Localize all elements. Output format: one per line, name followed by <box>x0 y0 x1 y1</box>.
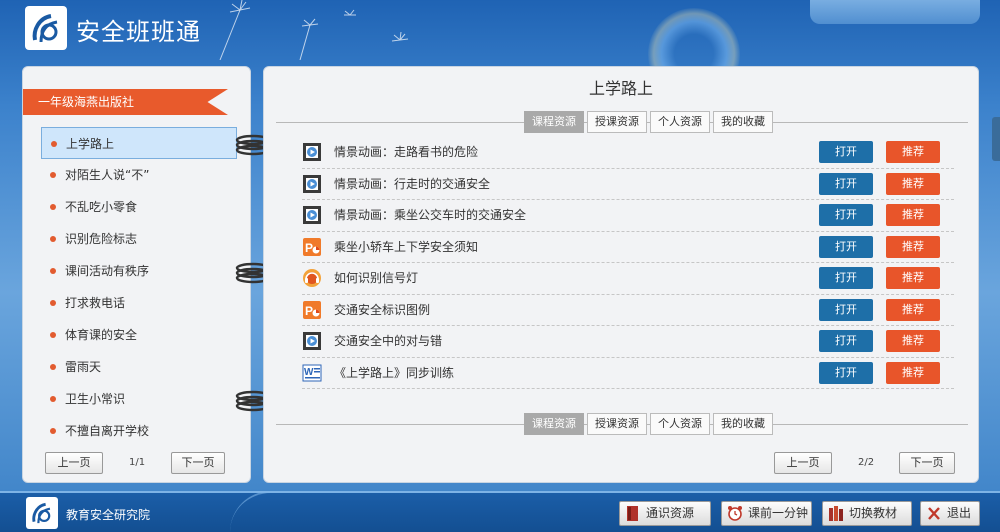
chapter-item[interactable]: 雷雨天 <box>41 351 237 383</box>
dandelion-decoration-icon <box>219 0 409 60</box>
chapter-item[interactable]: 打求救电话 <box>41 287 237 319</box>
open-button[interactable]: 打开 <box>819 141 873 163</box>
recommend-button[interactable]: 推荐 <box>886 361 940 384</box>
resource-row: 如何识别信号灯 打开 推荐 <box>302 263 954 295</box>
app-footer: 教育安全研究院 通识资源 课前一分钟 切换教材 退出 <box>0 491 1000 532</box>
open-button[interactable]: 打开 <box>819 330 873 352</box>
resource-row: 交通安全中的对与错 打开 推荐 <box>302 326 954 358</box>
exit-label: 退出 <box>947 506 972 520</box>
resource-row: 情景动画：走路看书的危险 打开 推荐 <box>302 137 954 169</box>
chapter-item[interactable]: 上学路上 <box>41 127 237 159</box>
chapter-item[interactable]: 卫生小常识 <box>41 383 237 415</box>
main-next-page-button[interactable]: 下一页 <box>899 452 955 474</box>
recommend-button[interactable]: 推荐 <box>886 298 940 321</box>
resource-row: P 乘坐小轿车上下学安全须知 打开 推荐 <box>302 232 954 263</box>
resource-name: 交通安全标识图例 <box>334 302 431 317</box>
svg-text:P: P <box>305 241 313 255</box>
recommend-button[interactable]: 推荐 <box>886 330 940 352</box>
sidebar-prev-page-button[interactable]: 上一页 <box>45 452 103 474</box>
open-button[interactable]: 打开 <box>819 204 873 226</box>
switch-textbook-label: 切换教材 <box>849 506 898 520</box>
alarm-clock-icon <box>728 506 742 521</box>
one-minute-label: 课前一分钟 <box>748 506 809 520</box>
footer-logo-icon <box>26 497 58 529</box>
open-button[interactable]: 打开 <box>819 267 873 289</box>
svg-text:P: P <box>305 304 313 318</box>
resource-name: 《上学路上》同步训练 <box>334 365 455 380</box>
resource-row: 情景动画：行走时的交通安全 打开 推荐 <box>302 169 954 200</box>
one-minute-before-class-button[interactable]: 课前一分钟 <box>721 501 812 526</box>
tab-personal-resources[interactable]: 个人资源 <box>650 111 710 133</box>
tab-teaching-resources[interactable]: 授课资源 <box>587 111 647 133</box>
chapter-item[interactable]: 不擅自离开学校 <box>41 415 237 447</box>
close-icon <box>928 507 940 520</box>
recommend-button[interactable]: 推荐 <box>886 235 940 258</box>
chapter-item[interactable]: 体育课的安全 <box>41 319 237 351</box>
app-logo-icon <box>25 6 67 50</box>
sidebar-page-indicator: 1/1 <box>129 457 146 468</box>
exit-button[interactable]: 退出 <box>920 501 980 526</box>
chapter-item[interactable]: 不乱吃小零食 <box>41 191 237 223</box>
resource-name: 情景动画：乘坐公交车时的交通安全 <box>334 208 527 222</box>
video-icon <box>303 332 321 350</box>
footer-decoration <box>230 491 320 532</box>
recommend-button[interactable]: 推荐 <box>886 172 940 195</box>
resource-name: 情景动画：行走时的交通安全 <box>334 176 491 191</box>
open-button[interactable]: 打开 <box>819 298 873 321</box>
app-title: 安全班班通 <box>76 18 201 46</box>
open-button[interactable]: 打开 <box>819 235 873 258</box>
tab-my-favorites[interactable]: 我的收藏 <box>713 111 773 133</box>
top-tabbar: 课程资源 授课资源 个人资源 我的收藏 <box>524 111 773 133</box>
publisher-ribbon: 一年级海燕出版社 <box>23 89 228 115</box>
open-button[interactable]: 打开 <box>819 361 873 384</box>
general-resources-label: 通识资源 <box>646 506 695 520</box>
footer-org-name: 教育安全研究院 <box>66 508 151 522</box>
general-resources-button[interactable]: 通识资源 <box>619 501 711 526</box>
resource-name: 交通安全中的对与错 <box>334 334 443 348</box>
top-right-tab <box>810 0 980 24</box>
ppt-icon: P <box>303 237 321 256</box>
recommend-button[interactable]: 推荐 <box>886 204 940 226</box>
resource-name: 乘坐小轿车上下学安全须知 <box>334 239 479 254</box>
open-button[interactable]: 打开 <box>819 172 873 195</box>
resource-row: 情景动画：乘坐公交车时的交通安全 打开 推荐 <box>302 200 954 232</box>
chapter-item[interactable]: 课间活动有秩序 <box>41 255 237 287</box>
video-icon <box>303 206 321 224</box>
page-title: 上学路上 <box>588 79 653 98</box>
chapter-item[interactable]: 识别危险标志 <box>41 223 237 255</box>
book-icon <box>627 506 638 521</box>
resource-name: 情景动画：走路看书的危险 <box>334 145 479 159</box>
bottom-tabbar: 课程资源 授课资源 个人资源 我的收藏 <box>524 413 773 435</box>
chapter-panel: 一年级海燕出版社 上学路上 对陌生人说“不” 不乱吃小零食 识别危险标志 课间活… <box>22 66 251 483</box>
main-page-indicator: 2/2 <box>858 457 875 468</box>
audio-icon <box>303 269 321 287</box>
ppt-icon: P <box>303 300 321 319</box>
word-icon: W <box>302 364 322 381</box>
svg-text:W: W <box>304 367 314 378</box>
books-icon <box>829 506 843 521</box>
recommend-button[interactable]: 推荐 <box>886 267 940 289</box>
chapter-list: 上学路上 对陌生人说“不” 不乱吃小零食 识别危险标志 课间活动有秩序 打求救电… <box>41 127 237 447</box>
resource-row: P 交通安全标识图例 打开 推荐 <box>302 295 954 326</box>
video-icon <box>303 174 321 193</box>
side-handle[interactable] <box>992 117 1000 161</box>
recommend-button[interactable]: 推荐 <box>886 141 940 163</box>
resource-panel: 上学路上 课程资源 授课资源 个人资源 我的收藏 情景动画：走路看书的危险 打开… <box>263 66 979 483</box>
tab-personal-resources[interactable]: 个人资源 <box>650 413 710 435</box>
tab-course-resources[interactable]: 课程资源 <box>524 413 584 435</box>
video-icon <box>303 143 321 161</box>
resource-list: 情景动画：走路看书的危险 打开 推荐 情景动画：行走时的交通安全 打开 推荐 情… <box>302 137 954 389</box>
chapter-item[interactable]: 对陌生人说“不” <box>41 159 237 191</box>
tab-my-favorites[interactable]: 我的收藏 <box>713 413 773 435</box>
resource-row: W 《上学路上》同步训练 打开 推荐 <box>302 358 954 389</box>
switch-textbook-button[interactable]: 切换教材 <box>822 501 912 526</box>
tab-course-resources[interactable]: 课程资源 <box>524 111 584 133</box>
sidebar-next-page-button[interactable]: 下一页 <box>171 452 225 474</box>
tab-teaching-resources[interactable]: 授课资源 <box>587 413 647 435</box>
resource-name: 如何识别信号灯 <box>334 271 419 285</box>
app-header: 安全班班通 <box>0 0 1000 100</box>
main-prev-page-button[interactable]: 上一页 <box>774 452 832 474</box>
